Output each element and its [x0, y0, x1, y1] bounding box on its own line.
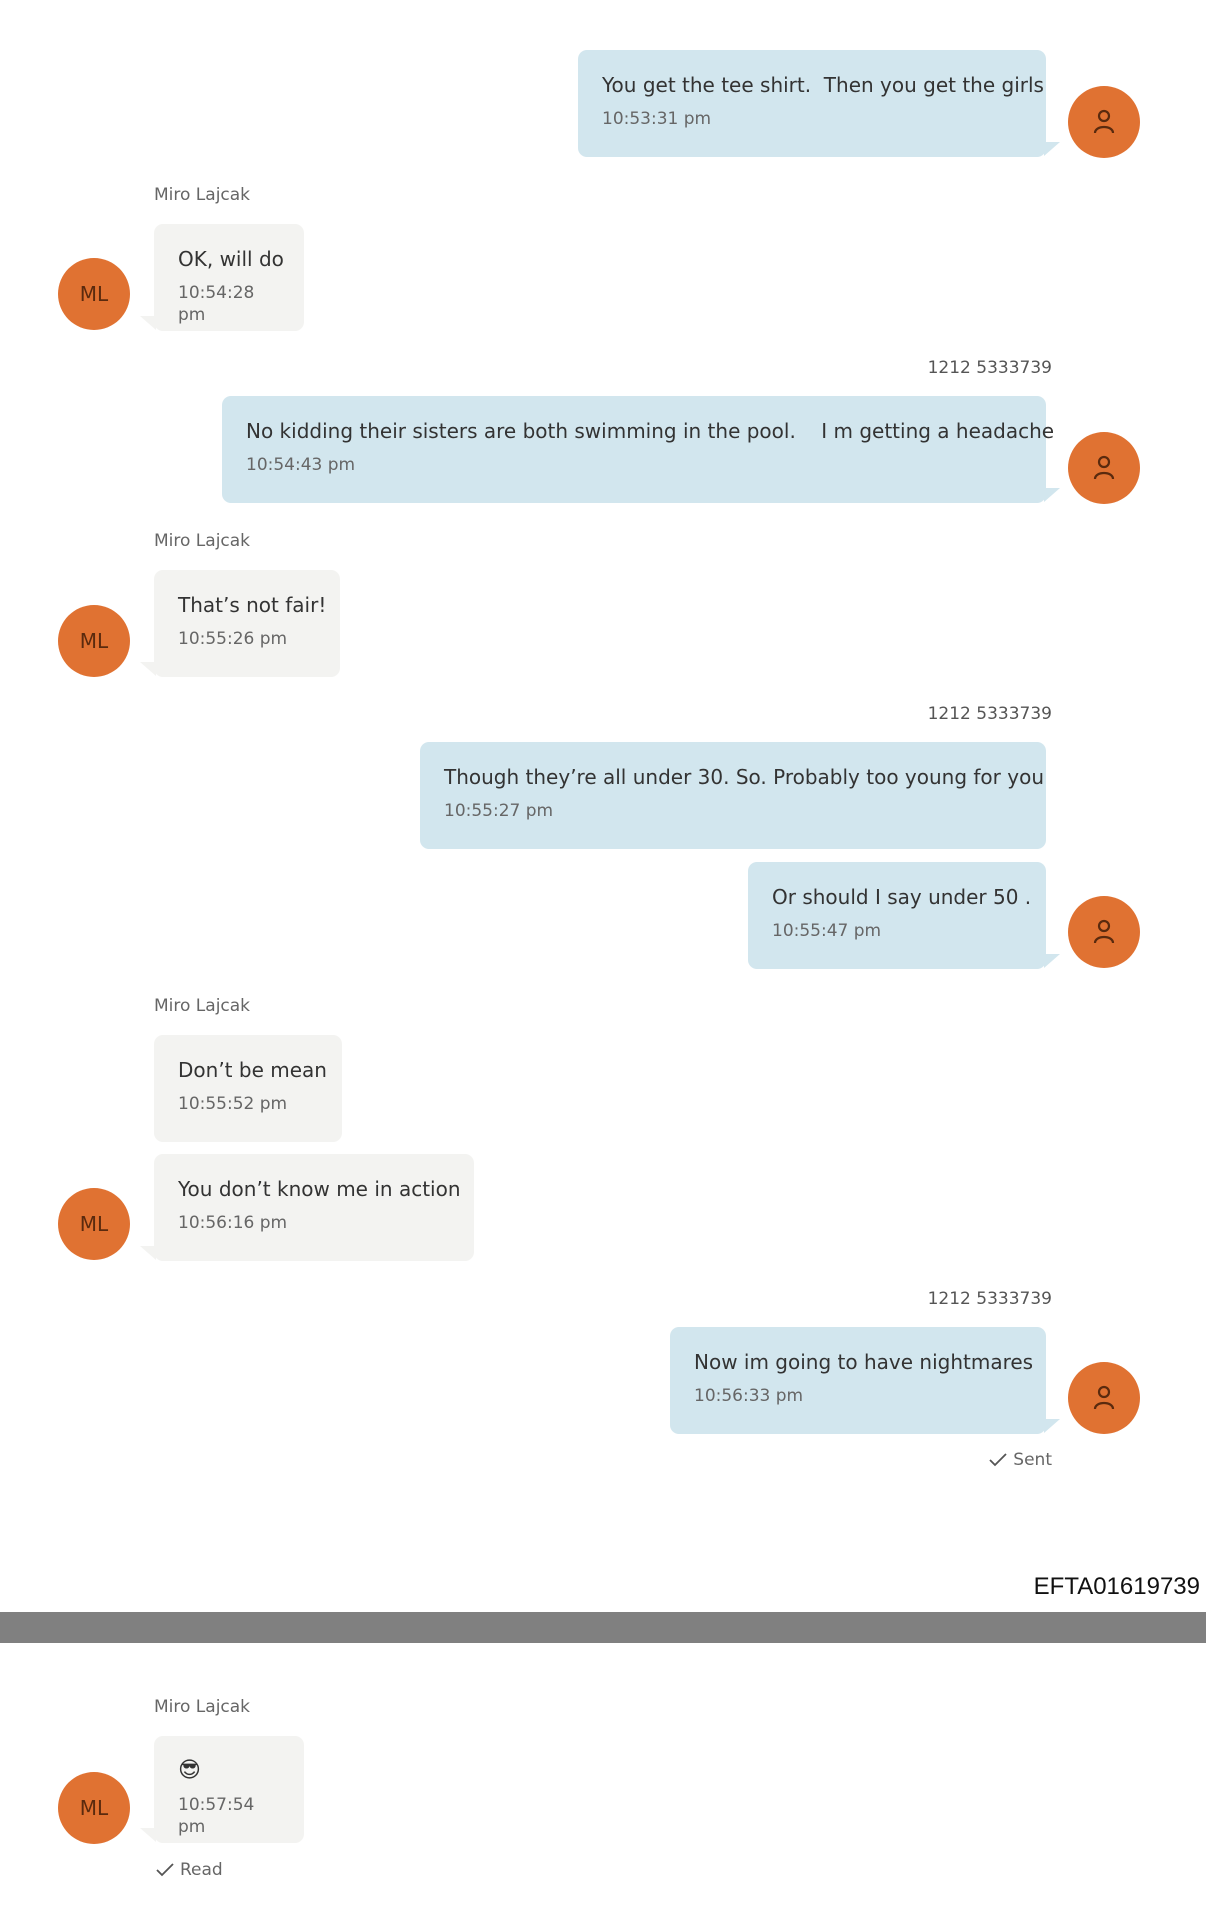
- message-bubble-outgoing: Though they’re all under 30. So. Probabl…: [420, 742, 1046, 849]
- person-icon: [1093, 1385, 1115, 1410]
- status-label: Sent: [1013, 1450, 1052, 1470]
- message-bubble-incoming: You don’t know me in action 10:56:16 pm: [140, 1154, 474, 1261]
- document-id: EFTA01619739: [1033, 1573, 1200, 1600]
- message-time: 10:54:28 pm: [178, 283, 255, 325]
- person-icon: [1093, 109, 1115, 134]
- message-time: 10:57:54 pm: [178, 1795, 255, 1837]
- message-text: Don’t be mean: [178, 1058, 327, 1082]
- sender-number: 1212 5333739: [927, 704, 1052, 724]
- page-divider: [0, 1612, 1206, 1643]
- sender-number: 1212 5333739: [927, 1289, 1052, 1309]
- self-avatar: [1068, 1362, 1140, 1434]
- person-icon: [1093, 455, 1115, 480]
- message-time: 10:56:16 pm: [178, 1213, 288, 1233]
- message-bubble-outgoing: Now im going to have nightmares 10:56:33…: [670, 1327, 1060, 1434]
- self-avatar: [1068, 896, 1140, 968]
- message-time: 10:54:43 pm: [246, 455, 356, 475]
- message-bubble-outgoing: No kidding their sisters are both swimmi…: [222, 396, 1060, 503]
- message-text: Now im going to have nightmares: [694, 1350, 1034, 1374]
- self-avatar: [1068, 86, 1140, 158]
- message-time: 10:55:52 pm: [178, 1094, 288, 1114]
- self-avatar: [1068, 432, 1140, 504]
- message-time: 10:55:47 pm: [772, 921, 882, 941]
- sender-name: Miro Lajcak: [154, 531, 251, 551]
- sender-number: 1212 5333739: [927, 358, 1052, 378]
- message-bubble-outgoing: You get the tee shirt. Then you get the …: [578, 50, 1060, 157]
- message-text: Or should I say under 50 .: [772, 885, 1032, 909]
- person-icon: [1093, 919, 1115, 944]
- message-bubble-outgoing: Or should I say under 50 . 10:55:47 pm: [748, 862, 1060, 969]
- sunglasses-emoji: 😎: [178, 1758, 201, 1783]
- message-text: You don’t know me in action: [178, 1177, 461, 1201]
- read-status: Read: [156, 1860, 223, 1880]
- checkmark-icon: [156, 1863, 174, 1877]
- contact-avatar: ML: [58, 605, 130, 677]
- contact-avatar: ML: [58, 1772, 130, 1844]
- message-text: No kidding their sisters are both swimmi…: [246, 419, 1055, 443]
- checkmark-icon: [989, 1453, 1007, 1467]
- message-time: 10:56:33 pm: [694, 1386, 804, 1406]
- contact-avatar: ML: [58, 258, 130, 330]
- contact-avatar: ML: [58, 1188, 130, 1260]
- sender-name: Miro Lajcak: [154, 1697, 251, 1717]
- status-label: Read: [180, 1860, 223, 1880]
- message-text: That’s not fair!: [178, 593, 327, 617]
- sender-name: Miro Lajcak: [154, 185, 251, 205]
- message-bubble-incoming: 😎 10:57:54 pm: [140, 1736, 304, 1843]
- message-text: You get the tee shirt. Then you get the …: [602, 73, 1044, 97]
- message-text: OK, will do: [178, 247, 284, 271]
- message-time: 10:53:31 pm: [602, 109, 712, 129]
- message-text: Though they’re all under 30. So. Probabl…: [444, 765, 1044, 789]
- delivery-status: Sent: [989, 1450, 1052, 1470]
- message-bubble-incoming: OK, will do 10:54:28 pm: [140, 224, 304, 331]
- message-bubble-incoming: Don’t be mean 10:55:52 pm: [154, 1035, 342, 1142]
- message-bubble-incoming: That’s not fair! 10:55:26 pm: [140, 570, 340, 677]
- message-time: 10:55:26 pm: [178, 629, 288, 649]
- message-time: 10:55:27 pm: [444, 801, 554, 821]
- sender-name: Miro Lajcak: [154, 996, 251, 1016]
